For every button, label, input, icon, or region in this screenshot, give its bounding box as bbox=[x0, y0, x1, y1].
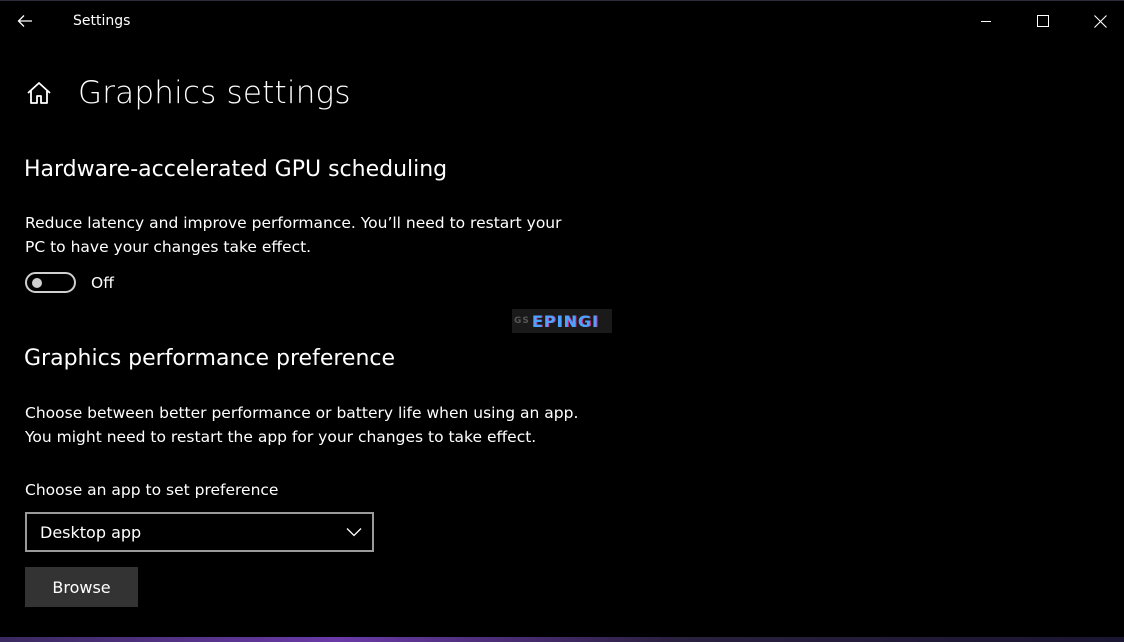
back-button[interactable] bbox=[8, 5, 42, 37]
home-button[interactable] bbox=[24, 78, 54, 108]
gpu-desc-line1: Reduce latency and improve performance. … bbox=[25, 214, 562, 232]
desktop-background-strip bbox=[0, 637, 1124, 642]
app-type-selected: Desktop app bbox=[40, 522, 142, 542]
choose-app-label: Choose an app to set preference bbox=[25, 481, 279, 499]
page-header: Graphics settings bbox=[24, 71, 351, 115]
toggle-state-label: Off bbox=[91, 273, 114, 292]
gpu-scheduling-toggle[interactable] bbox=[25, 272, 76, 293]
browse-button[interactable]: Browse bbox=[25, 567, 138, 607]
perf-desc-line2: You might need to restart the app for yo… bbox=[25, 428, 537, 446]
minimize-button[interactable] bbox=[963, 1, 1009, 41]
app-title: Settings bbox=[73, 13, 131, 29]
toggle-knob bbox=[32, 278, 42, 288]
page-title: Graphics settings bbox=[78, 75, 351, 111]
performance-preference-heading: Graphics performance preference bbox=[24, 346, 396, 371]
back-arrow-icon bbox=[17, 15, 32, 27]
gpu-scheduling-description: Reduce latency and improve performance. … bbox=[25, 211, 585, 259]
title-bar: Settings bbox=[0, 1, 1124, 43]
app-type-dropdown[interactable]: Desktop app bbox=[25, 512, 374, 552]
watermark-prefix: GS bbox=[514, 316, 530, 326]
close-button[interactable] bbox=[1077, 1, 1123, 41]
maximize-button[interactable] bbox=[1020, 1, 1066, 41]
perf-desc-line1: Choose between better performance or bat… bbox=[25, 404, 579, 422]
performance-preference-description: Choose between better performance or bat… bbox=[25, 401, 625, 449]
gpu-desc-line2: PC to have your changes take effect. bbox=[25, 238, 312, 256]
close-icon bbox=[1093, 14, 1107, 28]
watermark-logo: GS EPINGI bbox=[512, 309, 612, 333]
minimize-icon bbox=[981, 21, 991, 22]
maximize-icon bbox=[1037, 15, 1049, 27]
home-icon bbox=[27, 82, 51, 104]
settings-window: Settings Graphics settings Hardware-acce… bbox=[0, 0, 1124, 642]
gpu-scheduling-toggle-row: Off bbox=[25, 272, 114, 293]
gpu-scheduling-heading: Hardware-accelerated GPU scheduling bbox=[24, 157, 448, 182]
chevron-down-icon bbox=[346, 527, 362, 537]
watermark-text: EPINGI bbox=[531, 311, 599, 331]
